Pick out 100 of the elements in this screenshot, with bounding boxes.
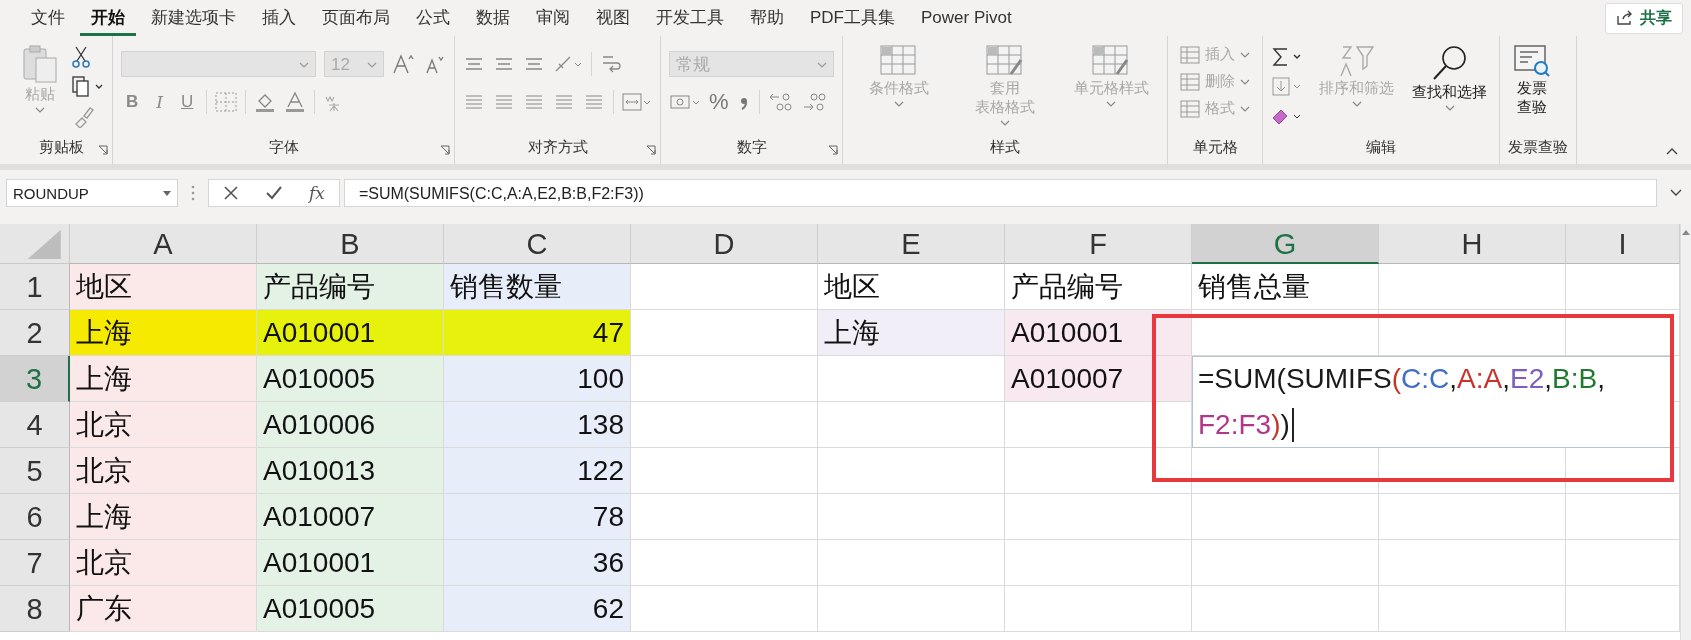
caret-icon [1240, 78, 1250, 85]
table-cell: 北京 [70, 540, 257, 586]
group-label: 发票查验 [1508, 138, 1568, 155]
text-cursor [1291, 408, 1294, 442]
row-header[interactable]: 8 [0, 586, 70, 632]
table-cell: A010007 [1005, 356, 1192, 402]
caret-icon [35, 107, 45, 113]
wrap-text-icon[interactable] [600, 53, 624, 75]
row-header[interactable]: 5 [0, 448, 70, 494]
font-color-icon[interactable] [284, 91, 307, 113]
row-header[interactable]: 4 [0, 402, 70, 448]
dialog-launcher-icon[interactable] [646, 145, 656, 155]
align-lines-icon[interactable] [553, 92, 575, 112]
ribbon-tab[interactable]: 页面布局 [311, 0, 401, 36]
caret-icon [1444, 105, 1455, 111]
column-header[interactable]: F [1005, 224, 1192, 264]
percent-button[interactable]: % [709, 89, 729, 115]
ribbon-tab[interactable]: 新建选项卡 [140, 0, 247, 36]
row-header[interactable]: 2 [0, 310, 70, 356]
table-cell: 产品编号 [1005, 264, 1192, 310]
column-header[interactable]: D [631, 224, 818, 264]
table-cell: 62 [444, 586, 631, 632]
group-label: 编辑 [1366, 138, 1396, 155]
table-cell: A010007 [257, 494, 444, 540]
group-label: 样式 [990, 138, 1020, 155]
collapse-ribbon-icon[interactable] [1665, 146, 1679, 156]
ribbon-tab[interactable]: 文件 [20, 0, 76, 36]
ribbon-tab[interactable]: 插入 [251, 0, 307, 36]
table-cell: 上海 [818, 310, 1005, 356]
caret-icon [1240, 105, 1250, 112]
column-header[interactable]: B [257, 224, 444, 264]
formula-field[interactable]: =SUM(SUMIFS(C:C,A:A,E2,B:B,F2:F3)) [343, 179, 1657, 207]
table-cell: 销售数量 [444, 264, 631, 310]
caret-icon [1000, 120, 1010, 126]
column-header[interactable]: A [70, 224, 257, 264]
caret-icon [1240, 51, 1250, 58]
column-header[interactable]: H [1379, 224, 1566, 264]
clipboard-icon [22, 44, 58, 84]
orientation-icon[interactable] [553, 54, 583, 74]
decrease-decimal-icon[interactable] [801, 91, 828, 113]
scroll-up-icon[interactable] [1681, 228, 1691, 236]
font-name-field[interactable] [121, 51, 316, 77]
cancel-icon[interactable] [223, 185, 239, 201]
check-icon[interactable] [265, 185, 283, 201]
table-cell: 78 [444, 494, 631, 540]
ribbon-tab[interactable]: Power Pivot [910, 1, 1023, 35]
table-icon [1091, 44, 1131, 78]
table-cell: 47 [444, 310, 631, 356]
row-header[interactable]: 6 [0, 494, 70, 540]
table-cell: 地区 [70, 264, 257, 310]
column-header[interactable]: G [1192, 224, 1379, 264]
table-cell: A010001 [257, 540, 444, 586]
currency-icon[interactable] [669, 92, 701, 112]
caret-icon [817, 62, 827, 68]
ribbon-tab[interactable]: PDF工具集 [799, 0, 906, 36]
ribbon-tab[interactable]: 审阅 [525, 0, 581, 36]
ribbon-tab[interactable]: 公式 [405, 0, 461, 36]
invoice-check-button[interactable]: 发票 查验 [1508, 42, 1556, 118]
row-header[interactable]: 3 [0, 356, 70, 402]
dialog-launcher-icon[interactable] [828, 145, 838, 155]
ribbon-tab[interactable]: 开始 [80, 0, 136, 36]
copy-icon[interactable] [72, 76, 104, 98]
scissors-icon[interactable] [72, 46, 90, 68]
expand-icon[interactable] [1669, 188, 1683, 198]
align-lines-icon[interactable] [463, 92, 485, 112]
align-lines-icon[interactable] [583, 92, 605, 112]
merge-cells-icon[interactable] [622, 92, 652, 112]
caret-icon [163, 190, 171, 196]
caret-icon [367, 62, 377, 68]
group-label: 剪贴板 [38, 138, 84, 155]
row-header[interactable]: 1 [0, 264, 70, 310]
name-box[interactable]: ROUNDUP [6, 179, 178, 207]
table-cell: 销售总量 [1192, 264, 1379, 310]
insert-function-button[interactable]: fx [309, 183, 325, 203]
align-lines-icon[interactable] [493, 92, 515, 112]
ribbon-tab[interactable]: 视图 [585, 0, 641, 36]
group-label: 字体 [268, 138, 299, 155]
scrollbar[interactable] [1680, 224, 1691, 640]
ribbon-tab[interactable]: 帮助 [739, 0, 795, 36]
ribbon-tab[interactable]: 开发工具 [645, 0, 735, 36]
increase-font-icon[interactable] [392, 53, 416, 75]
align-lines-icon[interactable] [523, 92, 545, 112]
caret-icon [1106, 101, 1116, 107]
row-header[interactable]: 7 [0, 540, 70, 586]
column-header[interactable]: C [444, 224, 631, 264]
column-header[interactable]: I [1566, 224, 1680, 264]
ribbon-tab[interactable]: 数据 [465, 0, 521, 36]
table-cell: 上海 [70, 310, 257, 356]
table-icon [879, 44, 919, 78]
dialog-launcher-icon[interactable] [98, 145, 108, 155]
editing-button[interactable]: 查找和选择 [1408, 42, 1491, 113]
table-cell: 122 [444, 448, 631, 494]
dialog-launcher-icon[interactable] [440, 145, 450, 155]
share-button[interactable]: 共享 [1605, 2, 1683, 34]
table-cell: 上海 [70, 494, 257, 540]
more-icon [190, 184, 196, 202]
table-cell: 北京 [70, 402, 257, 448]
increase-decimal-icon[interactable] [767, 91, 794, 113]
column-header[interactable]: E [818, 224, 1005, 264]
grid-icon [1180, 99, 1200, 118]
